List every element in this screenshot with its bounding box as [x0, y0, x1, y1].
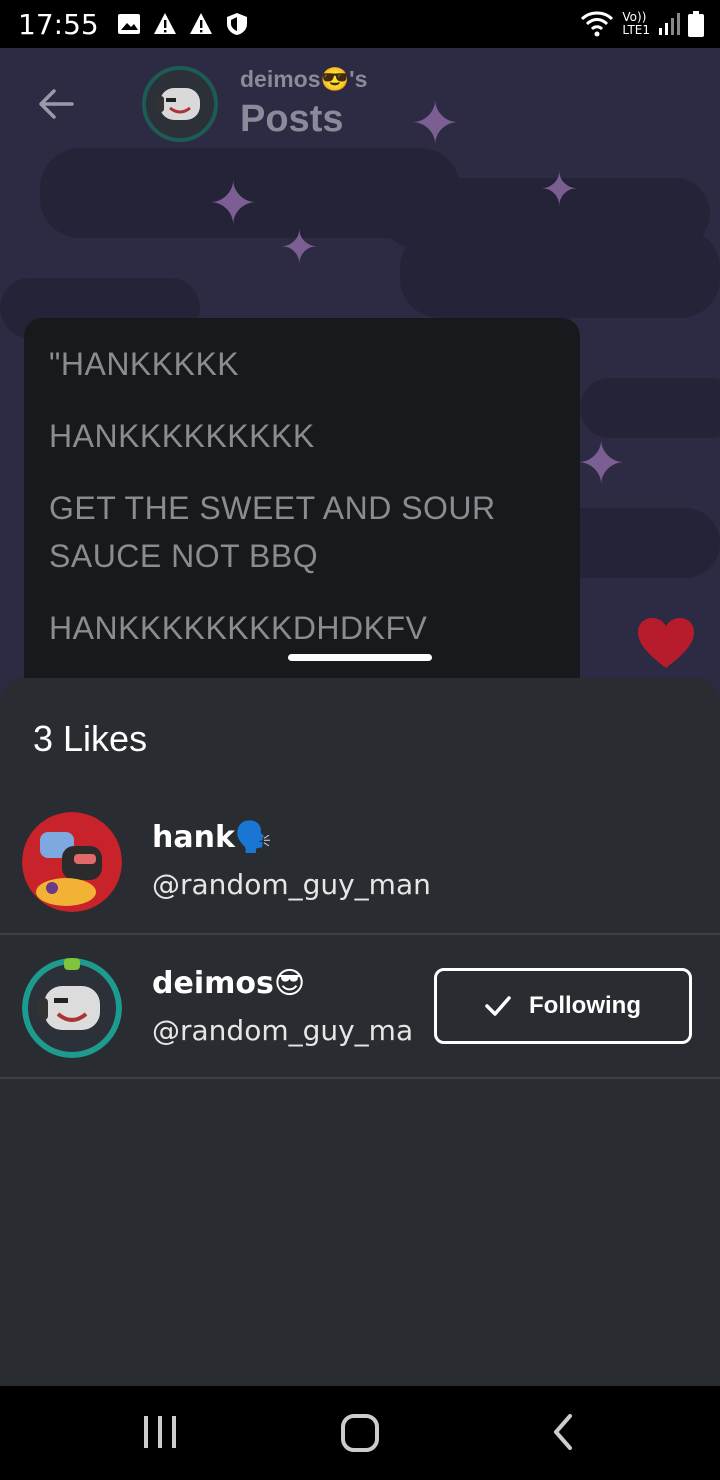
warning-icon: [189, 13, 212, 34]
liker-row[interactable]: deimos😎 @random_guy_ma Following: [0, 936, 720, 1078]
liker-username: @random_guy_man: [152, 868, 431, 901]
battery-icon: [688, 11, 704, 37]
warning-icon: [153, 13, 176, 34]
image-icon: [117, 14, 140, 34]
post-line: HANKKKKKKKKDHDKFV: [49, 610, 428, 646]
shield-icon: [226, 13, 247, 35]
liker-username: @random_guy_ma: [152, 1014, 414, 1047]
heart-icon[interactable]: [638, 618, 694, 670]
liker-name: hank🗣️: [152, 820, 273, 855]
system-nav-bar: [0, 1386, 720, 1480]
following-button[interactable]: Following: [434, 968, 692, 1044]
status-bar: 17:55 Vo)) LTE1: [0, 0, 720, 48]
liker-avatar[interactable]: [22, 958, 122, 1058]
home-icon[interactable]: [340, 1410, 380, 1456]
likes-count-title: 3 Likes: [33, 718, 148, 759]
back-arrow-icon[interactable]: [36, 84, 76, 124]
row-divider: [0, 1077, 720, 1079]
recent-apps-icon[interactable]: [142, 1410, 178, 1456]
network-label-bottom: LTE1: [622, 23, 650, 37]
back-nav-icon[interactable]: [548, 1410, 578, 1456]
liker-avatar[interactable]: [22, 812, 122, 912]
liker-name: deimos😎: [152, 966, 306, 1001]
checkmark-icon: [485, 996, 511, 1016]
volte-lte-icon: Vo)) LTE1: [622, 11, 650, 37]
row-divider: [0, 933, 720, 935]
page-title: Posts: [240, 98, 344, 140]
post-line: "HANKKKKK: [49, 346, 240, 382]
author-avatar[interactable]: [142, 66, 218, 142]
post-owner-label: deimos😎's: [240, 66, 368, 92]
wifi-calling-icon: [581, 11, 614, 37]
post-line: GET THE SWEET AND SOUR: [49, 490, 496, 526]
author-avatar-art: [146, 70, 214, 138]
post-line: HANKKKKKKKKK: [49, 418, 315, 454]
post-line: SAUCE NOT BBQ: [49, 538, 319, 574]
sheet-drag-handle[interactable]: [288, 654, 432, 661]
signal-icon: [659, 13, 680, 35]
likes-sheet: 3 Likes hank🗣️ @random_guy_man deimos😎 @…: [0, 678, 720, 1386]
liker-row[interactable]: hank🗣️ @random_guy_man: [0, 790, 720, 932]
following-label: Following: [529, 992, 641, 1019]
post-card[interactable]: "HANKKKKK HANKKKKKKKKK GET THE SWEET AND…: [24, 318, 580, 698]
status-time: 17:55: [18, 7, 99, 41]
